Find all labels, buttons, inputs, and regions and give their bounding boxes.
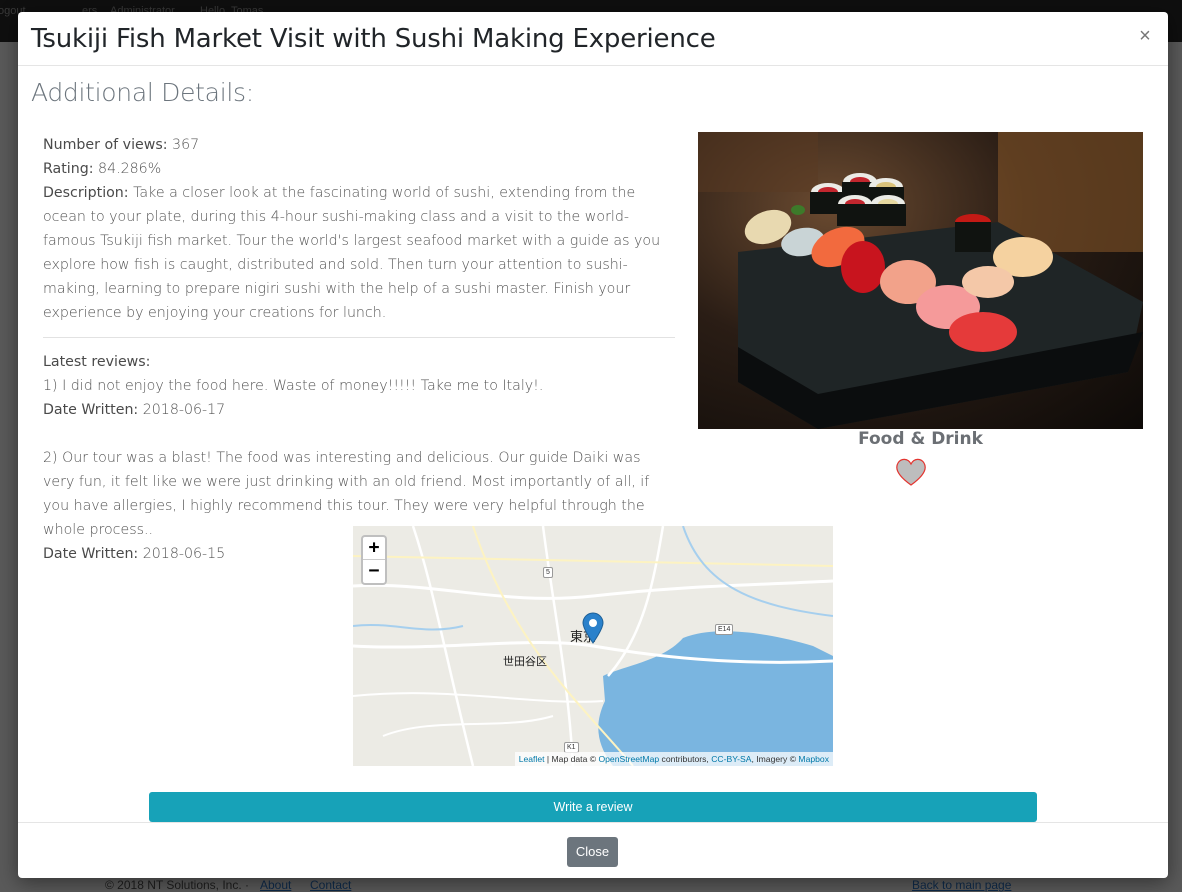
category-label: Food & Drink [858,429,983,449]
reviews-heading: Latest reviews: [43,354,151,370]
review-date-label-1: Date Written: [43,402,139,418]
leaflet-link[interactable]: Leaflet [519,754,545,764]
write-review-button[interactable]: Write a review [149,792,1037,822]
map-zoom-in-button[interactable]: + [363,537,385,560]
rating-value: 84.286% [98,161,162,177]
map-zoom-out-button[interactable]: − [363,560,385,583]
road-shield-5: 5 [543,567,553,578]
close-icon[interactable]: × [1134,24,1156,48]
section-heading: Additional Details: [31,78,254,107]
views-label: Number of views: [43,137,168,153]
review-date-line-1: Date Written: 2018-06-17 [43,398,675,422]
map-zoom-control: + − [361,535,387,585]
location-map[interactable]: 東京 世田谷区 5 E14 K1 + − Leaflet | Map data … [353,526,833,766]
favorite-heart-icon[interactable] [894,457,928,487]
tour-details: Number of views: 367 Rating: 84.286% Des… [43,133,675,566]
background-footer-about-link: About [260,878,292,892]
views-line: Number of views: 367 [43,133,675,157]
background-footer-contact-link: Contact [310,878,352,892]
views-value: 367 [172,137,200,153]
review-date-1: 2018-06-17 [142,402,226,418]
description-label: Description: [43,185,129,201]
tour-details-modal: Tsukiji Fish Market Visit with Sushi Mak… [18,12,1168,878]
location-marker-icon[interactable] [582,612,604,644]
attribution-text-2: contributors, [659,754,712,764]
details-divider [43,337,675,338]
review-text-1: 1) I did not enjoy the food here. Waste … [43,378,544,394]
rating-line: Rating: 84.286% [43,157,675,181]
background-footer-back-link: Back to main page [912,878,1012,892]
map-label-setagaya: 世田谷区 [503,656,547,668]
attribution-text-1: | Map data © [544,754,599,764]
license-link[interactable]: CC-BY-SA [711,754,751,764]
close-button[interactable]: Close [567,837,618,867]
road-shield-e14: E14 [715,624,734,635]
mapbox-link[interactable]: Mapbox [798,754,829,764]
description-value: Take a closer look at the fascinating wo… [43,185,661,321]
sushi-illustration [698,132,1143,429]
description-line: Description: Take a closer look at the f… [43,181,675,325]
background-footer-copyright: © 2018 NT Solutions, Inc. · [105,878,250,892]
map-attribution: Leaflet | Map data © OpenStreetMap contr… [514,752,833,766]
review-date-2: 2018-06-15 [142,546,226,562]
tour-photo [698,132,1143,429]
modal-footer: Close [18,822,1168,878]
modal-title: Tsukiji Fish Market Visit with Sushi Mak… [31,24,716,54]
map-tiles [353,526,833,766]
review-date-label-2: Date Written: [43,546,139,562]
modal-header: Tsukiji Fish Market Visit with Sushi Mak… [18,12,1168,66]
rating-label: Rating: [43,161,94,177]
osm-link[interactable]: OpenStreetMap [598,754,659,764]
attribution-text-3: , Imagery © [751,754,799,764]
